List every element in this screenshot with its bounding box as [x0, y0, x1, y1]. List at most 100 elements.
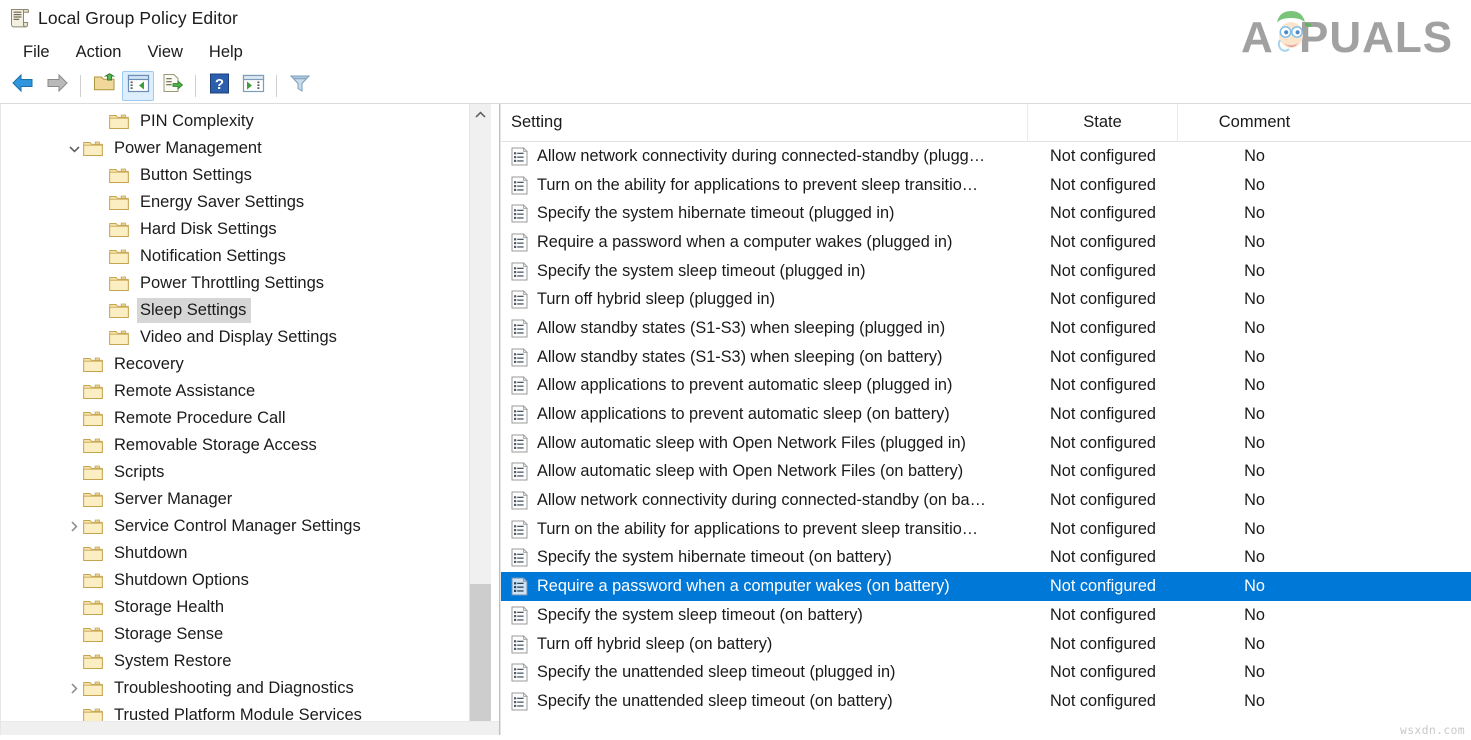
menu-action[interactable]: Action	[63, 40, 135, 65]
table-row[interactable]: Allow network connectivity during connec…	[501, 142, 1471, 171]
table-row[interactable]: Allow automatic sleep with Open Network …	[501, 458, 1471, 487]
tree-node-label: Shutdown Options	[111, 568, 254, 593]
policy-setting-icon	[511, 348, 528, 367]
folder-icon	[83, 545, 103, 562]
setting-name-label: Turn off hybrid sleep (on battery)	[537, 635, 772, 654]
toolbar-help-button[interactable]: ?	[203, 71, 235, 101]
table-row[interactable]: Allow applications to prevent automatic …	[501, 400, 1471, 429]
tree-horizontal-scrollbar[interactable]	[1, 721, 499, 735]
tree-node-remote-assistance[interactable]: Remote Assistance	[1, 378, 468, 405]
table-row[interactable]: Specify the system sleep timeout (on bat…	[501, 601, 1471, 630]
table-row[interactable]: Allow automatic sleep with Open Network …	[501, 429, 1471, 458]
tree-node-server-manager[interactable]: Server Manager	[1, 486, 468, 513]
cell-setting: Turn on the ability for applications to …	[501, 520, 1028, 539]
table-row[interactable]: Specify the unattended sleep timeout (on…	[501, 687, 1471, 716]
setting-name-label: Allow standby states (S1-S3) when sleepi…	[537, 348, 942, 367]
cell-setting: Turn on the ability for applications to …	[501, 176, 1028, 195]
table-row[interactable]: Specify the system hibernate timeout (on…	[501, 544, 1471, 573]
menu-help[interactable]: Help	[196, 40, 256, 65]
cell-state: Not configured	[1028, 204, 1178, 223]
tree-node-energy-saver-settings[interactable]: Energy Saver Settings	[1, 189, 468, 216]
tree-node-power-management[interactable]: Power Management	[1, 135, 468, 162]
tree-node-removable-storage-access[interactable]: Removable Storage Access	[1, 432, 468, 459]
setting-name-label: Allow network connectivity during connec…	[537, 147, 985, 166]
main-content: PIN Complexity Power Management Button S…	[0, 104, 1471, 735]
table-row[interactable]: Specify the system sleep timeout (plugge…	[501, 257, 1471, 286]
tree-node-troubleshooting-and-diagnostics[interactable]: Troubleshooting and Diagnostics	[1, 675, 468, 702]
tree-node-remote-procedure-call[interactable]: Remote Procedure Call	[1, 405, 468, 432]
setting-name-label: Specify the system sleep timeout (plugge…	[537, 262, 866, 281]
table-row[interactable]: Turn on the ability for applications to …	[501, 515, 1471, 544]
setting-name-label: Turn on the ability for applications to …	[537, 176, 978, 195]
menu-file[interactable]: File	[10, 40, 63, 65]
tree-node-scripts[interactable]: Scripts	[1, 459, 468, 486]
cell-setting: Allow standby states (S1-S3) when sleepi…	[501, 319, 1028, 338]
table-row[interactable]: Allow applications to prevent automatic …	[501, 372, 1471, 401]
table-row[interactable]: Allow network connectivity during connec…	[501, 486, 1471, 515]
tree-node-service-control-manager-settings[interactable]: Service Control Manager Settings	[1, 513, 468, 540]
tree-node-system-restore[interactable]: System Restore	[1, 648, 468, 675]
tree-node-label: Notification Settings	[137, 244, 291, 269]
toolbar-forward-button[interactable]	[41, 71, 73, 101]
column-header-state[interactable]: State	[1028, 104, 1178, 142]
toolbar-up-level-button[interactable]	[88, 71, 120, 101]
tree-node-hard-disk-settings[interactable]: Hard Disk Settings	[1, 216, 468, 243]
chevron-right-icon[interactable]	[65, 521, 83, 532]
tree-node-button-settings[interactable]: Button Settings	[1, 162, 468, 189]
tree-vertical-scrollbar[interactable]	[469, 104, 491, 722]
cell-comment: No	[1178, 204, 1471, 223]
table-row[interactable]: Specify the system hibernate timeout (pl…	[501, 199, 1471, 228]
policy-setting-icon	[511, 147, 528, 166]
tree-node-pin-complexity[interactable]: PIN Complexity	[1, 108, 468, 135]
tree-node-video-and-display-settings[interactable]: Video and Display Settings	[1, 324, 468, 351]
tree-node-shutdown-options[interactable]: Shutdown Options	[1, 567, 468, 594]
table-row[interactable]: Allow standby states (S1-S3) when sleepi…	[501, 314, 1471, 343]
show-hide-action-pane-icon	[242, 74, 265, 98]
tree-node-label: Service Control Manager Settings	[111, 514, 366, 539]
toolbar-export-list-button[interactable]	[156, 71, 188, 101]
toolbar-show-hide-tree-button[interactable]	[122, 71, 154, 101]
tree-node-label: Hard Disk Settings	[137, 217, 282, 242]
policy-setting-icon	[511, 491, 528, 510]
policy-tree: PIN Complexity Power Management Button S…	[1, 104, 468, 722]
tree-node-storage-sense[interactable]: Storage Sense	[1, 621, 468, 648]
tree-node-shutdown[interactable]: Shutdown	[1, 540, 468, 567]
cell-state: Not configured	[1028, 262, 1178, 281]
tree-node-notification-settings[interactable]: Notification Settings	[1, 243, 468, 270]
setting-name-label: Allow applications to prevent automatic …	[537, 376, 952, 395]
export-list-icon	[161, 73, 184, 98]
cell-setting: Allow automatic sleep with Open Network …	[501, 434, 1028, 453]
table-row[interactable]: Turn off hybrid sleep (plugged in)Not co…	[501, 285, 1471, 314]
chevron-right-icon[interactable]	[65, 683, 83, 694]
column-header-comment[interactable]: Comment	[1178, 104, 1471, 142]
policy-setting-icon	[511, 434, 528, 453]
table-row[interactable]: Turn off hybrid sleep (on battery)Not co…	[501, 630, 1471, 659]
column-header-setting[interactable]: Setting	[501, 104, 1028, 142]
menu-view[interactable]: View	[134, 40, 195, 65]
table-row[interactable]: Require a password when a computer wakes…	[501, 228, 1471, 257]
table-row[interactable]: Turn on the ability for applications to …	[501, 171, 1471, 200]
folder-icon	[83, 356, 103, 373]
tree-node-label: Troubleshooting and Diagnostics	[111, 676, 359, 701]
settings-list-pane: Setting State Comment Allow network conn…	[500, 104, 1471, 735]
table-row[interactable]: Allow standby states (S1-S3) when sleepi…	[501, 343, 1471, 372]
cell-comment: No	[1178, 176, 1471, 195]
up-one-level-folder-icon	[93, 73, 116, 98]
cell-setting: Specify the system sleep timeout (plugge…	[501, 262, 1028, 281]
tree-node-label: Server Manager	[111, 487, 237, 512]
tree-scrollbar-thumb[interactable]	[470, 584, 492, 722]
chevron-down-icon[interactable]	[65, 145, 83, 153]
policy-setting-icon	[511, 290, 528, 309]
tree-node-recovery[interactable]: Recovery	[1, 351, 468, 378]
toolbar-action-pane-button[interactable]	[237, 71, 269, 101]
tree-node-label: Storage Health	[111, 595, 229, 620]
toolbar-filter-button[interactable]	[284, 71, 316, 101]
table-row[interactable]: Specify the unattended sleep timeout (pl…	[501, 658, 1471, 687]
tree-node-trusted-platform-module-services[interactable]: Trusted Platform Module Services	[1, 702, 468, 722]
tree-node-storage-health[interactable]: Storage Health	[1, 594, 468, 621]
tree-node-power-throttling-settings[interactable]: Power Throttling Settings	[1, 270, 468, 297]
tree-node-sleep-settings[interactable]: Sleep Settings	[1, 297, 468, 324]
scroll-up-chevron-icon[interactable]	[470, 104, 491, 125]
toolbar-back-button[interactable]	[7, 71, 39, 101]
table-row[interactable]: Require a password when a computer wakes…	[501, 572, 1471, 601]
